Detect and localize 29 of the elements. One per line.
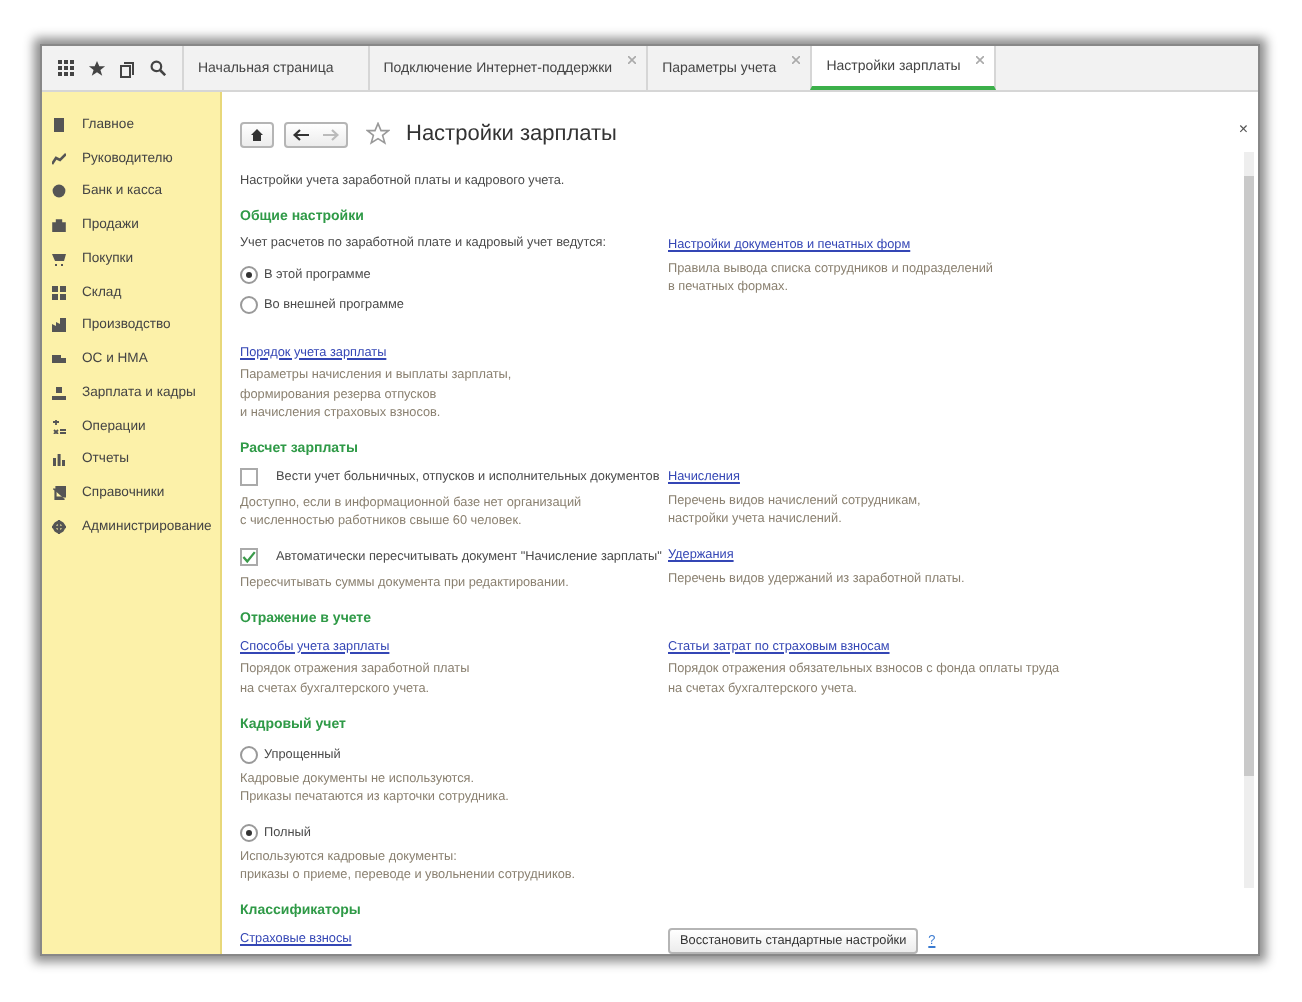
close-button[interactable]: ×: [1238, 120, 1248, 140]
navigation-buttons[interactable]: [284, 121, 348, 147]
home-icon[interactable]: [250, 127, 264, 141]
grid-icon: [52, 285, 66, 300]
apps-grid-icon[interactable]: [57, 60, 74, 76]
star-icon[interactable]: [87, 59, 106, 77]
document-icon: [52, 117, 66, 132]
bar-chart-icon: [52, 452, 66, 467]
radio-button[interactable]: [240, 746, 258, 765]
back-arrow-icon[interactable]: [292, 127, 310, 141]
radio-button[interactable]: [240, 824, 258, 842]
radio-button[interactable]: [240, 265, 258, 284]
coin-icon: [52, 184, 66, 199]
page-title: Настройки зарплаты: [406, 120, 617, 148]
truck-icon: [52, 352, 66, 367]
person-icon: [52, 385, 66, 400]
radio-button[interactable]: [240, 295, 258, 314]
checkbox[interactable]: [240, 548, 258, 567]
star-icon[interactable]: [366, 122, 390, 146]
bag-icon: [52, 218, 66, 233]
trend-line-icon: [52, 151, 66, 166]
scrollbar[interactable]: [1244, 152, 1254, 888]
home-button[interactable]: [240, 121, 274, 147]
gear-icon: [52, 519, 66, 534]
factory-icon: [52, 318, 66, 333]
cart-icon: [52, 251, 66, 266]
checkbox[interactable]: [240, 468, 258, 487]
search-icon[interactable]: [150, 60, 167, 76]
copy-icon[interactable]: [120, 59, 137, 77]
